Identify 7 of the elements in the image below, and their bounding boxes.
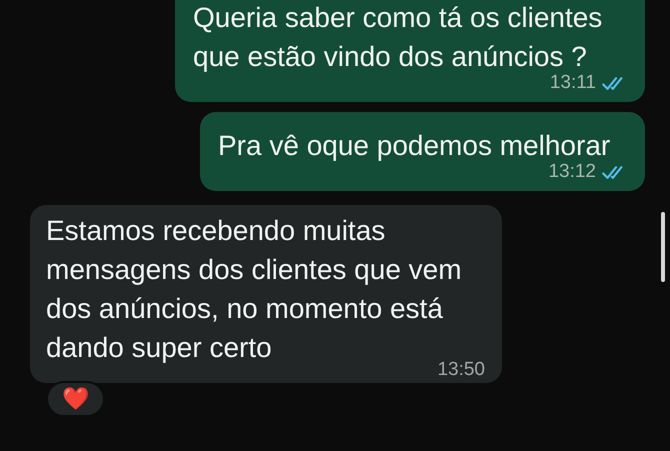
scrollbar[interactable] <box>661 212 665 282</box>
heart-emoji: ❤ <box>62 386 89 411</box>
message-time: 13:11 <box>550 72 596 94</box>
message-text: Pra vê oque podemos melhorar <box>218 129 612 163</box>
message-text: Queria saber como tá os clientes que estão vindo dos anúncios ? <box>193 1 604 74</box>
reaction-badge[interactable]: ❤ <box>46 381 105 417</box>
message-time: 13:12 <box>548 161 596 183</box>
